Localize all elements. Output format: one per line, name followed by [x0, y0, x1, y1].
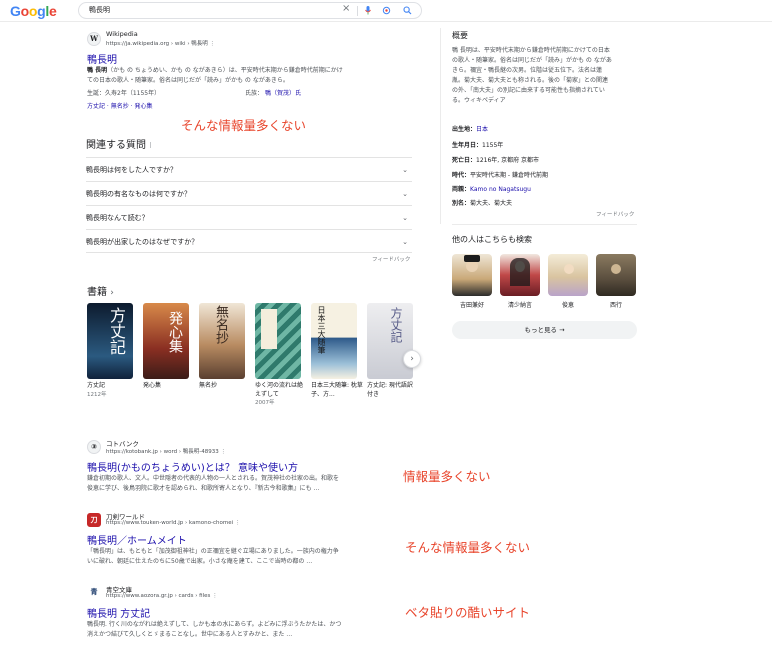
logo-letter: e: [48, 3, 57, 19]
paa-title: 関連する質問 ⁝: [86, 140, 152, 151]
book-title[interactable]: ゆく河の流れは絶えずして 2007年: [255, 382, 305, 408]
search-box[interactable]: 鴨長明 ×: [78, 2, 422, 19]
annotation-1: そんな情報量多くない: [181, 118, 307, 133]
book-title[interactable]: 日本三大随筆: 枕草子、方...: [311, 382, 363, 399]
chevron-down-icon: ⌄: [402, 190, 408, 198]
person-image[interactable]: [548, 254, 588, 296]
annotation-3: そんな情報量多くない: [405, 540, 531, 555]
wiki-sublinks[interactable]: 方丈記 · 無名抄 · 発心集: [87, 102, 153, 112]
book-title[interactable]: 発心集: [143, 382, 195, 391]
paa-item[interactable]: 鴨長明の有名なものは何ですか？ ⌄: [86, 181, 412, 205]
logo-letter: o: [20, 3, 30, 19]
books-next-button[interactable]: ›: [403, 350, 421, 368]
kp-description: 鴨 長明は、平安時代末期から鎌倉時代前期にかけての日本 の歌人・随筆家。俗名は同…: [452, 47, 612, 104]
kp-separator: [452, 224, 637, 225]
result-title-link[interactable]: 鴨長明／ホームメイト: [87, 532, 187, 547]
kp-feedback-link[interactable]: フィードバック: [596, 210, 634, 218]
kp-fact-era: 時代：平安時代末期 - 鎌倉時代前期: [452, 172, 548, 179]
book-title[interactable]: 方丈記 1212年: [87, 382, 139, 399]
person-image[interactable]: [500, 254, 540, 296]
wiki-title-link[interactable]: 鴨長明: [87, 51, 117, 66]
result-url: https://www.touken-world.jp › kamono-cho…: [106, 520, 241, 526]
person-image[interactable]: [596, 254, 636, 296]
wiki-site-name: Wikipedia: [106, 30, 138, 38]
paa-item[interactable]: 鴨長明が出家したのはなぜですか？ ⌄: [86, 229, 412, 253]
result-snippet: 鴨長明. 行く川のながれは絶えずして、しかも本の水にあらず。よどみに浮ぶうたかた…: [87, 621, 342, 638]
chevron-down-icon: ⌄: [402, 214, 408, 222]
annotation-4: ベタ貼りの酷いサイト: [405, 605, 531, 620]
kp-fact-death: 死亡日：1216年, 京都府 京都市: [452, 157, 540, 164]
result-url: https://kotobank.jp › word › 鴨長明-48933 ⋮: [106, 449, 227, 455]
kotobank-favicon-icon: ③: [87, 440, 101, 454]
annotation-2: 情報量多くない: [403, 469, 491, 484]
chevron-down-icon: ⌄: [402, 238, 408, 246]
arrow-right-icon: →: [559, 326, 565, 334]
kp-fact-birthplace: 出生地：日本: [452, 126, 489, 133]
person-image[interactable]: [452, 254, 492, 296]
logo-letter: o: [28, 3, 38, 19]
result-title-link[interactable]: 鴨長明 方丈記: [87, 605, 150, 620]
kp-fact-alias: 別名：菊大夫、菊大夫: [452, 200, 513, 207]
person-name[interactable]: 西行: [594, 300, 638, 309]
wiki-url: https://ja.wikipedia.org › wiki › 鴨長明 ⋮: [106, 41, 216, 47]
wikipedia-favicon-icon: W: [87, 32, 101, 46]
touken-favicon-icon: 刀: [87, 513, 101, 527]
google-logo[interactable]: Google: [10, 3, 57, 19]
search-icon[interactable]: [403, 6, 412, 17]
person-name[interactable]: 俊恵: [546, 300, 590, 309]
paa-feedback-link[interactable]: フィードバック: [372, 255, 410, 263]
kp-title: 概要: [452, 31, 468, 40]
book-title[interactable]: 無名抄: [199, 382, 251, 391]
kp-fact-parents: 両親：Kamo no Nagatsugu: [452, 186, 531, 193]
result-title-link[interactable]: 鴨長明(かものちょうめい)とは？ 意味や使い方: [87, 459, 298, 474]
top-bar: Google 鴨長明 ×: [0, 0, 772, 22]
more-button[interactable]: もっと見る →: [452, 321, 637, 339]
book-title[interactable]: 方丈記: 現代語訳付き: [367, 382, 417, 399]
person-name[interactable]: 清少納言: [498, 300, 542, 309]
kp-divider: [440, 28, 441, 224]
book-cover[interactable]: 発心集: [143, 303, 189, 379]
kp-others-title: 他の人はこちらも検索: [452, 235, 532, 244]
book-cover[interactable]: 方丈記: [87, 303, 133, 379]
mic-icon[interactable]: [365, 6, 371, 18]
divider: [357, 6, 358, 16]
wiki-clan: 氏族： 鴨（賀茂）氏: [245, 90, 301, 97]
result-url: https://www.aozora.gr.jp › cards › files…: [106, 593, 218, 599]
lens-icon[interactable]: [382, 6, 391, 17]
logo-letter: G: [10, 3, 21, 19]
book-cover[interactable]: 方丈記: [367, 303, 413, 379]
result-snippet: 鎌倉初期の歌人、文人。中世隠者の代表的人物の一人とされる。賀茂神社の社家の出。和…: [87, 475, 340, 492]
book-cover[interactable]: 日本三大随筆: [311, 303, 357, 379]
paa-item[interactable]: 鴨長明なんて読む？ ⌄: [86, 205, 412, 229]
result-snippet: 「鴨長明」は、もともと「加茂御祖神社」の正禰宜を継ぐ立場にありました。一族内の権…: [87, 548, 339, 565]
aozora-favicon-icon: 青: [87, 586, 101, 600]
wiki-born: 生誕：久寿2年（1155年）: [87, 90, 161, 97]
book-cover[interactable]: [255, 303, 301, 379]
chevron-down-icon: ⌄: [402, 166, 408, 174]
book-cover[interactable]: 無名抄: [199, 303, 245, 379]
wiki-snippet: 鴨 長明（かも の ちょうめい、かも の ながあきら）は、平安時代末期から鎌倉時…: [87, 67, 343, 84]
paa-item[interactable]: 鴨長明は何をした人ですか？ ⌄: [86, 157, 412, 181]
kp-fact-birthdate: 生年月日：1155年: [452, 142, 504, 149]
clear-icon[interactable]: ×: [342, 4, 350, 14]
books-title[interactable]: 書籍 ›: [87, 283, 114, 298]
search-input[interactable]: 鴨長明: [89, 5, 110, 15]
person-name[interactable]: 吉田兼好: [450, 300, 494, 309]
